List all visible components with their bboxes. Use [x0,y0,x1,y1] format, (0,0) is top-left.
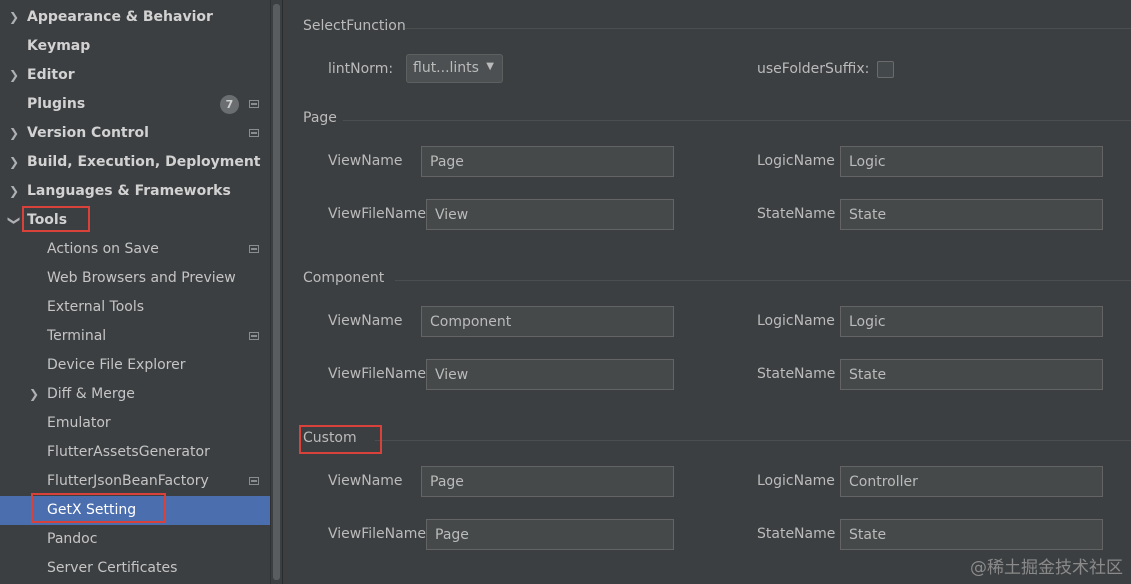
custom-logic-name-label: LogicName [757,473,835,489]
project-level-icon [249,477,259,485]
project-level-icon [249,129,259,137]
sidebar-item-label: Web Browsers and Preview [47,270,236,286]
sidebar-item-server-certificates[interactable]: Server Certificates [0,554,270,583]
sidebar-item-label: Actions on Save [47,241,159,257]
sidebar-item-web-browsers-preview[interactable]: Web Browsers and Preview [0,264,270,293]
project-level-icon [249,100,259,108]
section-divider [375,440,1131,441]
sidebar-item-editor[interactable]: ❯ Editor [0,61,270,90]
sidebar-scrollbar[interactable] [270,0,282,584]
settings-sidebar: ❯ Appearance & Behavior Keymap ❯ Editor … [0,0,282,584]
section-title-select-function: SelectFunction [303,18,406,34]
custom-logic-name-input[interactable] [840,466,1103,497]
page-view-file-name-label: ViewFileName [328,206,426,222]
page-state-name-input[interactable] [840,199,1103,230]
sidebar-item-flutter-assets-generator[interactable]: FlutterAssetsGenerator [0,438,270,467]
page-logic-name-input[interactable] [840,146,1103,177]
sidebar-item-label: External Tools [47,299,145,315]
sidebar-item-label: Keymap [27,38,91,54]
sidebar-item-label: FlutterJsonBeanFactory [47,473,209,489]
chevron-right-icon[interactable]: ❯ [7,3,21,32]
sidebar-item-actions-on-save[interactable]: Actions on Save [0,235,270,264]
chevron-right-icon[interactable]: ❯ [7,61,21,90]
sidebar-item-diff-merge[interactable]: ❯ Diff & Merge [0,380,270,409]
sidebar-item-label: FlutterAssetsGenerator [47,444,210,460]
getx-setting-highlight-box [31,493,166,523]
chevron-right-icon[interactable]: ❯ [7,119,21,148]
chevron-right-icon[interactable]: ❯ [7,148,21,177]
sidebar-item-label: Server Certificates [47,560,178,576]
project-level-icon [249,245,259,253]
component-state-name-input[interactable] [840,359,1103,390]
component-view-name-label: ViewName [328,313,403,329]
use-folder-suffix-label: useFolderSuffix: [757,61,870,77]
section-title-component: Component [303,270,385,286]
lint-norm-value: flut...lints [413,60,479,76]
sidebar-item-label: Diff & Merge [47,386,135,402]
sidebar-item-label: Appearance & Behavior [27,9,213,25]
section-divider [395,280,1131,281]
component-logic-name-input[interactable] [840,306,1103,337]
sidebar-item-keymap[interactable]: Keymap [0,32,270,61]
sidebar-item-label: Emulator [47,415,111,431]
page-view-file-name-input[interactable] [426,199,674,230]
sidebar-item-label: Terminal [47,328,107,344]
page-view-name-label: ViewName [328,153,403,169]
dropdown-arrow-icon: ▼ [486,61,494,72]
sidebar-item-plugins[interactable]: Plugins 7 [0,90,270,119]
use-folder-suffix-checkbox[interactable] [877,61,894,78]
component-view-name-input[interactable] [421,306,674,337]
custom-state-name-label: StateName [757,526,836,542]
sidebar-item-device-file-explorer[interactable]: Device File Explorer [0,351,270,380]
component-view-file-name-label: ViewFileName [328,366,426,382]
sidebar-item-label: Editor [27,67,75,83]
sidebar-item-terminal[interactable]: Terminal [0,322,270,351]
project-level-icon [249,332,259,340]
component-view-file-name-input[interactable] [426,359,674,390]
sidebar-item-build-execution-deployment[interactable]: ❯ Build, Execution, Deployment [0,148,270,177]
sidebar-item-label: Device File Explorer [47,357,186,373]
chevron-right-icon[interactable]: ❯ [27,380,41,409]
component-logic-name-label: LogicName [757,313,835,329]
scrollbar-thumb[interactable] [273,4,280,580]
section-divider [343,120,1131,121]
page-state-name-label: StateName [757,206,836,222]
getx-settings-panel: SelectFunction lintNorm: flut...lints ▼ … [283,0,1131,584]
sidebar-item-label: Build, Execution, Deployment [27,154,261,170]
custom-view-file-name-input[interactable] [426,519,674,550]
component-state-name-label: StateName [757,366,836,382]
page-logic-name-label: LogicName [757,153,835,169]
sidebar-item-external-tools[interactable]: External Tools [0,293,270,322]
custom-view-file-name-label: ViewFileName [328,526,426,542]
sidebar-item-languages-frameworks[interactable]: ❯ Languages & Frameworks [0,177,270,206]
sidebar-item-pandoc[interactable]: Pandoc [0,525,270,554]
custom-highlight-box [299,425,382,454]
plugins-update-badge: 7 [220,95,239,114]
lint-norm-dropdown[interactable]: flut...lints ▼ [406,54,503,83]
sidebar-item-emulator[interactable]: Emulator [0,409,270,438]
custom-view-name-label: ViewName [328,473,403,489]
sidebar-item-label: Version Control [27,125,149,141]
page-view-name-input[interactable] [421,146,674,177]
sidebar-item-flutter-json-bean-factory[interactable]: FlutterJsonBeanFactory [0,467,270,496]
custom-state-name-input[interactable] [840,519,1103,550]
sidebar-item-label: Pandoc [47,531,98,547]
sidebar-item-appearance-behavior[interactable]: ❯ Appearance & Behavior [0,3,270,32]
tools-highlight-box [22,206,90,232]
custom-view-name-input[interactable] [421,466,674,497]
section-divider [405,28,1131,29]
sidebar-item-label: Plugins [27,96,86,112]
section-title-page: Page [303,110,337,126]
lint-norm-label: lintNorm: [328,61,394,77]
watermark: @稀土掘金技术社区 [970,558,1123,578]
sidebar-item-version-control[interactable]: ❯ Version Control [0,119,270,148]
chevron-right-icon[interactable]: ❯ [7,177,21,206]
sidebar-item-label: Languages & Frameworks [27,183,231,199]
